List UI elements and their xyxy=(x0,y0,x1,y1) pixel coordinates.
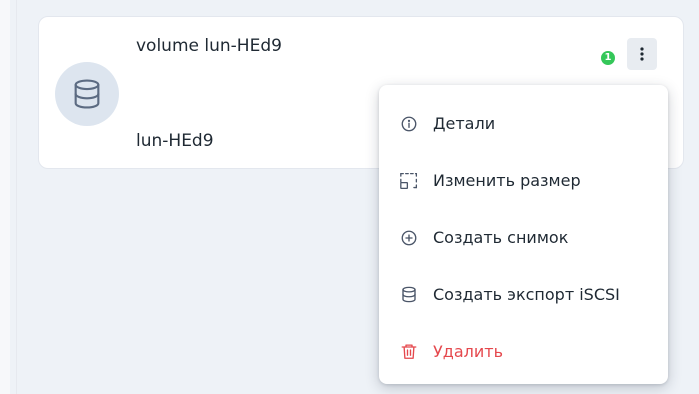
menu-item-create-snapshot[interactable]: Создать снимок xyxy=(379,210,668,267)
volume-title: volume lun-HEd9 xyxy=(136,36,282,56)
volume-subtitle: lun-HEd9 xyxy=(136,131,214,151)
page: volume lun-HEd9 lun-HEd9 1 Детали Измени… xyxy=(0,0,699,394)
actions-dropdown-menu: Детали Изменить размер Создать снимок Со… xyxy=(379,85,668,384)
database-icon xyxy=(55,62,119,126)
info-circle-icon xyxy=(399,114,419,134)
actions-menu-button[interactable] xyxy=(627,38,657,70)
menu-item-delete[interactable]: Удалить xyxy=(379,324,668,381)
menu-item-label: Детали xyxy=(433,114,496,133)
sidebar-edge xyxy=(0,0,10,394)
menu-item-resize[interactable]: Изменить размер xyxy=(379,153,668,210)
trash-icon xyxy=(399,342,419,362)
plus-circle-icon xyxy=(399,228,419,248)
menu-item-label: Удалить xyxy=(433,342,503,361)
status-badge: 1 xyxy=(601,51,615,65)
resize-icon xyxy=(399,171,419,191)
database-icon xyxy=(399,285,419,305)
menu-item-label: Создать снимок xyxy=(433,228,569,247)
menu-item-label: Создать экспорт iSCSI xyxy=(433,285,620,304)
kebab-vertical-icon xyxy=(640,47,644,61)
menu-item-create-iscsi-export[interactable]: Создать экспорт iSCSI xyxy=(379,267,668,324)
menu-item-details[interactable]: Детали xyxy=(379,96,668,153)
content-divider xyxy=(16,0,17,394)
menu-item-label: Изменить размер xyxy=(433,171,581,190)
